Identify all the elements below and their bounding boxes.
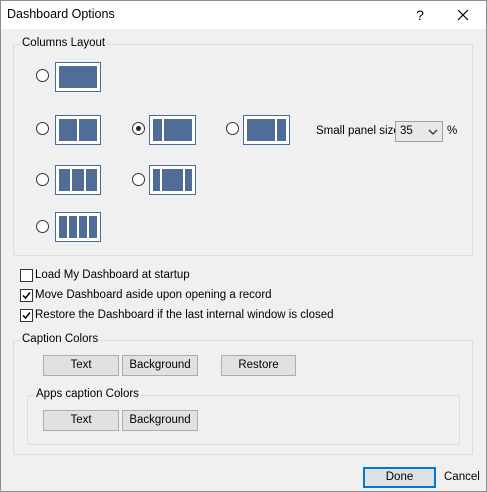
close-button[interactable] xyxy=(451,4,475,26)
window-title: Dashboard Options xyxy=(7,7,115,21)
layout-panel xyxy=(247,119,276,141)
small-panel-size-unit: % xyxy=(447,125,458,137)
columns-layout-label: Columns Layout xyxy=(20,37,108,49)
layout-panel xyxy=(153,169,160,191)
layout-panel xyxy=(163,119,192,141)
checkmark-icon xyxy=(22,312,31,320)
caption-background-button[interactable]: Background xyxy=(122,355,198,376)
load-dashboard-startup-label: Load My Dashboard at startup xyxy=(35,269,190,281)
layout-panel xyxy=(185,169,192,191)
layout-icon-2col-equal[interactable] xyxy=(55,115,101,145)
dashboard-options-dialog: Dashboard Options ? Columns Layout Small… xyxy=(0,0,487,492)
title-bar: Dashboard Options ? xyxy=(1,1,486,29)
layout-icon-2col-small-left[interactable] xyxy=(149,115,196,145)
small-panel-size-label: Small panel size xyxy=(316,125,400,137)
move-dashboard-aside-checkbox[interactable] xyxy=(20,289,33,302)
layout-icon-3col-equal[interactable] xyxy=(55,165,101,195)
load-dashboard-startup-checkbox[interactable] xyxy=(20,269,33,282)
caption-restore-button[interactable]: Restore xyxy=(221,355,296,376)
move-dashboard-aside-label: Move Dashboard aside upon opening a reco… xyxy=(35,289,272,301)
layout-panel xyxy=(59,66,97,88)
layout-icon-3col-small-sides[interactable] xyxy=(149,165,196,195)
layout-radio-1col[interactable] xyxy=(36,69,49,82)
help-button[interactable]: ? xyxy=(409,4,431,26)
done-button[interactable]: Done xyxy=(363,467,436,488)
small-panel-size-value: 35 xyxy=(400,125,413,137)
layout-radio-4col-equal[interactable] xyxy=(36,220,49,233)
layout-panel xyxy=(153,119,162,141)
apps-caption-background-button[interactable]: Background xyxy=(122,410,198,431)
restore-dashboard-label: Restore the Dashboard if the last intern… xyxy=(35,309,334,321)
layout-panel xyxy=(59,216,67,238)
layout-panel xyxy=(89,216,97,238)
layout-radio-3col-equal[interactable] xyxy=(36,173,49,186)
close-icon xyxy=(457,9,469,21)
layout-icon-4col-equal[interactable] xyxy=(55,212,101,242)
layout-radio-2col-small-left[interactable] xyxy=(132,122,145,135)
cancel-link[interactable]: Cancel xyxy=(444,471,480,483)
layout-panel xyxy=(72,169,84,191)
layout-panel xyxy=(277,119,286,141)
small-panel-size-select[interactable]: 35 xyxy=(395,121,443,142)
layout-radio-3col-small-sides[interactable] xyxy=(132,173,145,186)
layout-panel xyxy=(79,216,87,238)
checkmark-icon xyxy=(22,292,31,300)
layout-icon-2col-small-right[interactable] xyxy=(243,115,290,145)
restore-dashboard-checkbox[interactable] xyxy=(20,309,33,322)
apps-caption-text-button[interactable]: Text xyxy=(43,410,119,431)
layout-icon-1col[interactable] xyxy=(55,62,101,92)
caption-colors-label: Caption Colors xyxy=(20,333,101,345)
layout-radio-2col-equal[interactable] xyxy=(36,122,49,135)
layout-panel xyxy=(79,119,97,141)
layout-panel xyxy=(69,216,77,238)
layout-panel xyxy=(161,169,184,191)
apps-caption-colors-label: Apps caption Colors xyxy=(34,388,141,400)
chevron-down-icon xyxy=(428,129,438,135)
layout-panel xyxy=(59,119,77,141)
layout-panel xyxy=(85,169,97,191)
caption-text-button[interactable]: Text xyxy=(43,355,119,376)
layout-radio-2col-small-right[interactable] xyxy=(226,122,239,135)
layout-panel xyxy=(59,169,71,191)
